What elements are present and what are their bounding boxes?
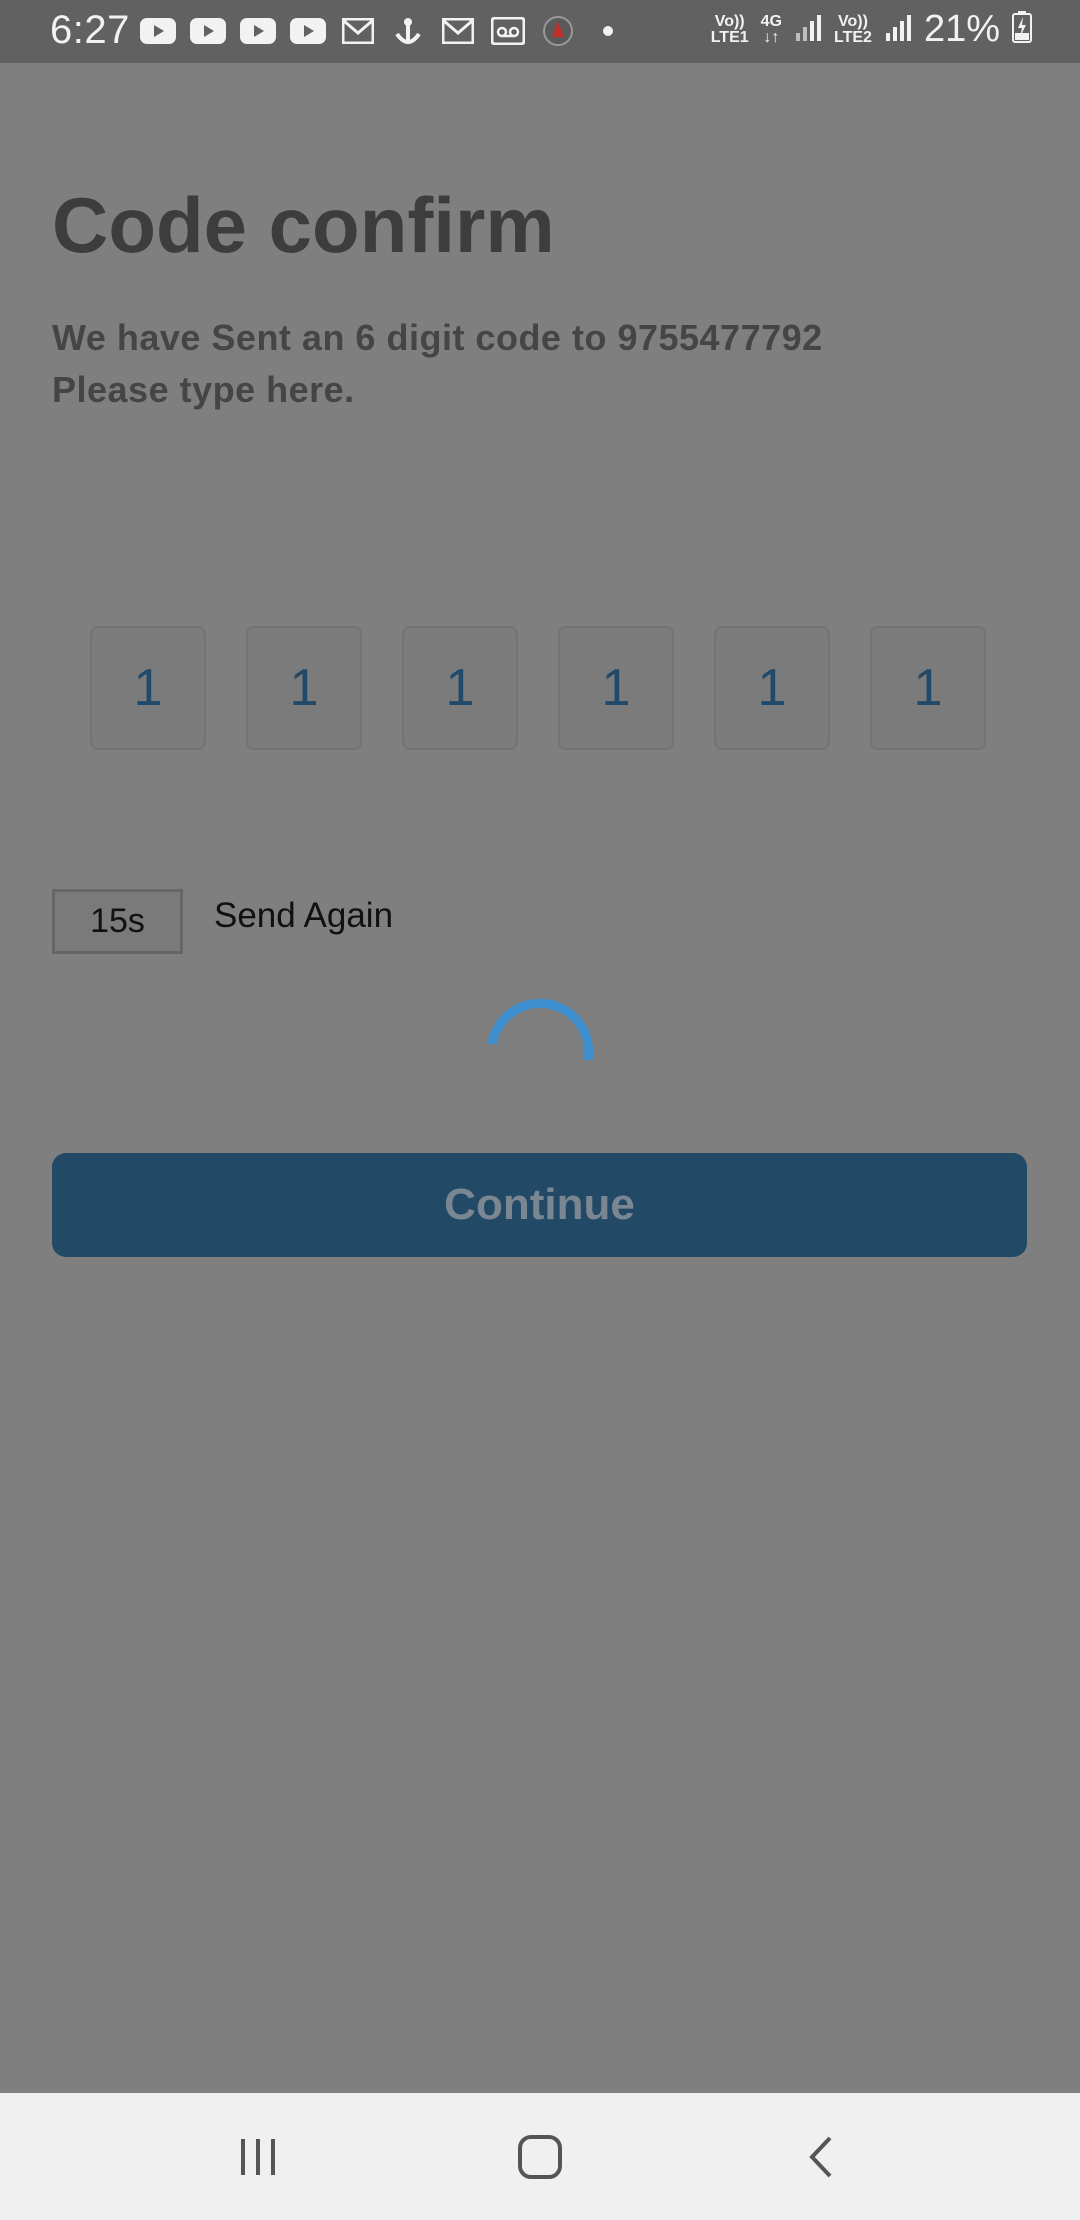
otp-digit-field[interactable]: 1 [558,626,674,750]
otp-digit-field[interactable]: 1 [714,626,830,750]
subtitle-line: We have Sent an 6 digit code to 97554777… [52,317,823,358]
youtube-icon [240,14,276,48]
signal-icon [794,13,822,46]
otp-digit-field[interactable]: 1 [90,626,206,750]
resend-countdown: 15s [52,889,183,954]
status-bar: 6:27 Vo)) LTE1 4G ↓↑ Vo)) LTE2 21% [0,0,1080,63]
continue-button[interactable]: Continue [52,1153,1027,1257]
page-title: Code confirm [52,181,555,269]
anchor-icon [390,14,426,48]
back-button[interactable] [782,2125,862,2189]
lte2-indicator: Vo)) LTE2 [834,12,872,46]
voicemail-icon [490,14,526,48]
youtube-icon [290,14,326,48]
otp-digit-field[interactable]: 1 [402,626,518,750]
loading-spinner-icon [487,998,594,1061]
battery-charging-icon [1012,11,1032,48]
send-again-link[interactable]: Send Again [214,896,393,936]
signal-icon [884,13,912,46]
battery-percent: 21% [923,8,1000,50]
gmail-icon [340,14,376,48]
notification-icons [140,14,626,48]
back-icon [809,2136,832,2178]
youtube-icon [190,14,226,48]
app-icon [540,14,576,48]
status-time: 6:27 [50,8,130,52]
dot-icon [590,14,626,48]
page-subtitle: We have Sent an 6 digit code to 97554777… [52,312,1012,416]
lte1-indicator: Vo)) LTE1 [710,12,749,46]
otp-digit-field[interactable]: 1 [246,626,362,750]
home-button[interactable] [500,2125,580,2189]
status-right: Vo)) LTE1 4G ↓↑ Vo)) LTE2 21% [711,8,1032,51]
navigation-bar [0,2093,1080,2220]
otp-digit-field[interactable]: 1 [870,626,986,750]
gmail-icon [440,14,476,48]
network-type-indicator: 4G ↓↑ [760,12,782,46]
recents-icon [241,2139,275,2175]
subtitle-line: Please type here. [52,369,355,410]
home-icon [518,2135,562,2179]
youtube-icon [140,14,176,48]
recents-button[interactable] [218,2125,298,2189]
